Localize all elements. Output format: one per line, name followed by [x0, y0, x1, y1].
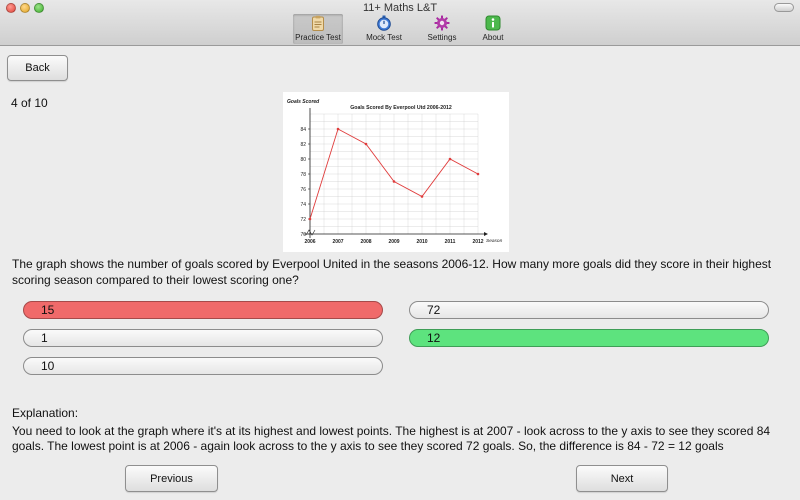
- answer-option-label: 1: [41, 331, 48, 345]
- chart-y-tick-label: 80: [300, 157, 306, 163]
- next-button[interactable]: Next: [576, 465, 668, 492]
- answer-option[interactable]: 72: [409, 301, 769, 319]
- chart-x-tick-label: 2006: [304, 239, 315, 245]
- clipboard-icon: [312, 15, 324, 31]
- chart-x-tick-label: 2012: [472, 239, 483, 245]
- answer-option[interactable]: 1: [23, 329, 383, 347]
- chart-data-point: [364, 142, 368, 146]
- toolbar-practice-test[interactable]: Practice Test: [293, 14, 343, 44]
- back-button[interactable]: Back: [7, 55, 68, 81]
- explanation-heading: Explanation:: [12, 406, 79, 420]
- chart-data-point: [448, 157, 452, 161]
- chart-y-axis-label: Goals Scored: [287, 99, 320, 105]
- goals-line-chart: 70 72 74 76 78 80 82 84 2006 2007 2008 2009 2010 2011…: [283, 92, 509, 252]
- chart-title: Goals Scored By Everpool Utd 2006-2012: [350, 105, 452, 111]
- chart-x-tick-label: 2007: [332, 239, 343, 245]
- chart-x-tick-label: 2009: [388, 239, 399, 245]
- question-counter: 4 of 10: [11, 96, 48, 110]
- toolbar-mock-test-label: Mock Test: [366, 33, 402, 42]
- chart-data-point: [308, 217, 312, 221]
- answer-option[interactable]: 12: [409, 329, 769, 347]
- chart-data-point: [392, 180, 396, 183]
- toolbar-practice-test-label: Practice Test: [295, 33, 341, 42]
- previous-button[interactable]: Previous: [125, 465, 218, 492]
- toolbar-mock-test[interactable]: Mock Test: [359, 14, 409, 44]
- answer-option-label: 10: [41, 359, 55, 373]
- answer-option-label: 12: [427, 331, 441, 345]
- chart-y-tick-label: 84: [300, 127, 306, 133]
- answer-option-label: 72: [427, 303, 441, 317]
- toolbar-settings[interactable]: Settings: [417, 14, 467, 44]
- chart-x-tick-label: 2010: [416, 239, 427, 245]
- window-titlebar: 11+ Maths L&T Practice Test Mock Test Se…: [0, 0, 800, 46]
- toolbar-about[interactable]: About: [468, 14, 518, 44]
- chart-y-tick-label: 78: [300, 172, 306, 178]
- chart-y-tick-label: 70: [300, 232, 306, 238]
- answer-option[interactable]: 10: [23, 357, 383, 375]
- chart-x-axis-label: Season: [486, 238, 503, 244]
- chart-y-tick-label: 74: [300, 202, 306, 208]
- chart-y-tick-label: 76: [300, 187, 306, 193]
- chart-x-tick-label: 2011: [445, 239, 456, 245]
- answer-option-label: 15: [41, 303, 55, 317]
- toolbar-toggle-button[interactable]: [774, 3, 794, 12]
- explanation-text: You need to look at the graph where it's…: [12, 424, 771, 453]
- chart-data-point: [336, 127, 340, 131]
- chart-data-point: [476, 172, 480, 176]
- question-text: The graph shows the number of goals scor…: [12, 257, 772, 287]
- window-title: 11+ Maths L&T: [362, 2, 438, 14]
- answer-option[interactable]: 15: [23, 301, 383, 319]
- chart-y-tick-label: 82: [300, 142, 306, 148]
- toolbar-about-label: About: [482, 33, 504, 42]
- info-icon: [485, 15, 501, 31]
- chart-y-tick-label: 72: [300, 217, 306, 223]
- chart-x-tick-label: 2008: [360, 239, 371, 245]
- chart-data-point: [420, 195, 424, 198]
- toolbar-settings-label: Settings: [427, 33, 457, 42]
- stopwatch-icon: [377, 15, 391, 31]
- gear-icon: [434, 15, 450, 31]
